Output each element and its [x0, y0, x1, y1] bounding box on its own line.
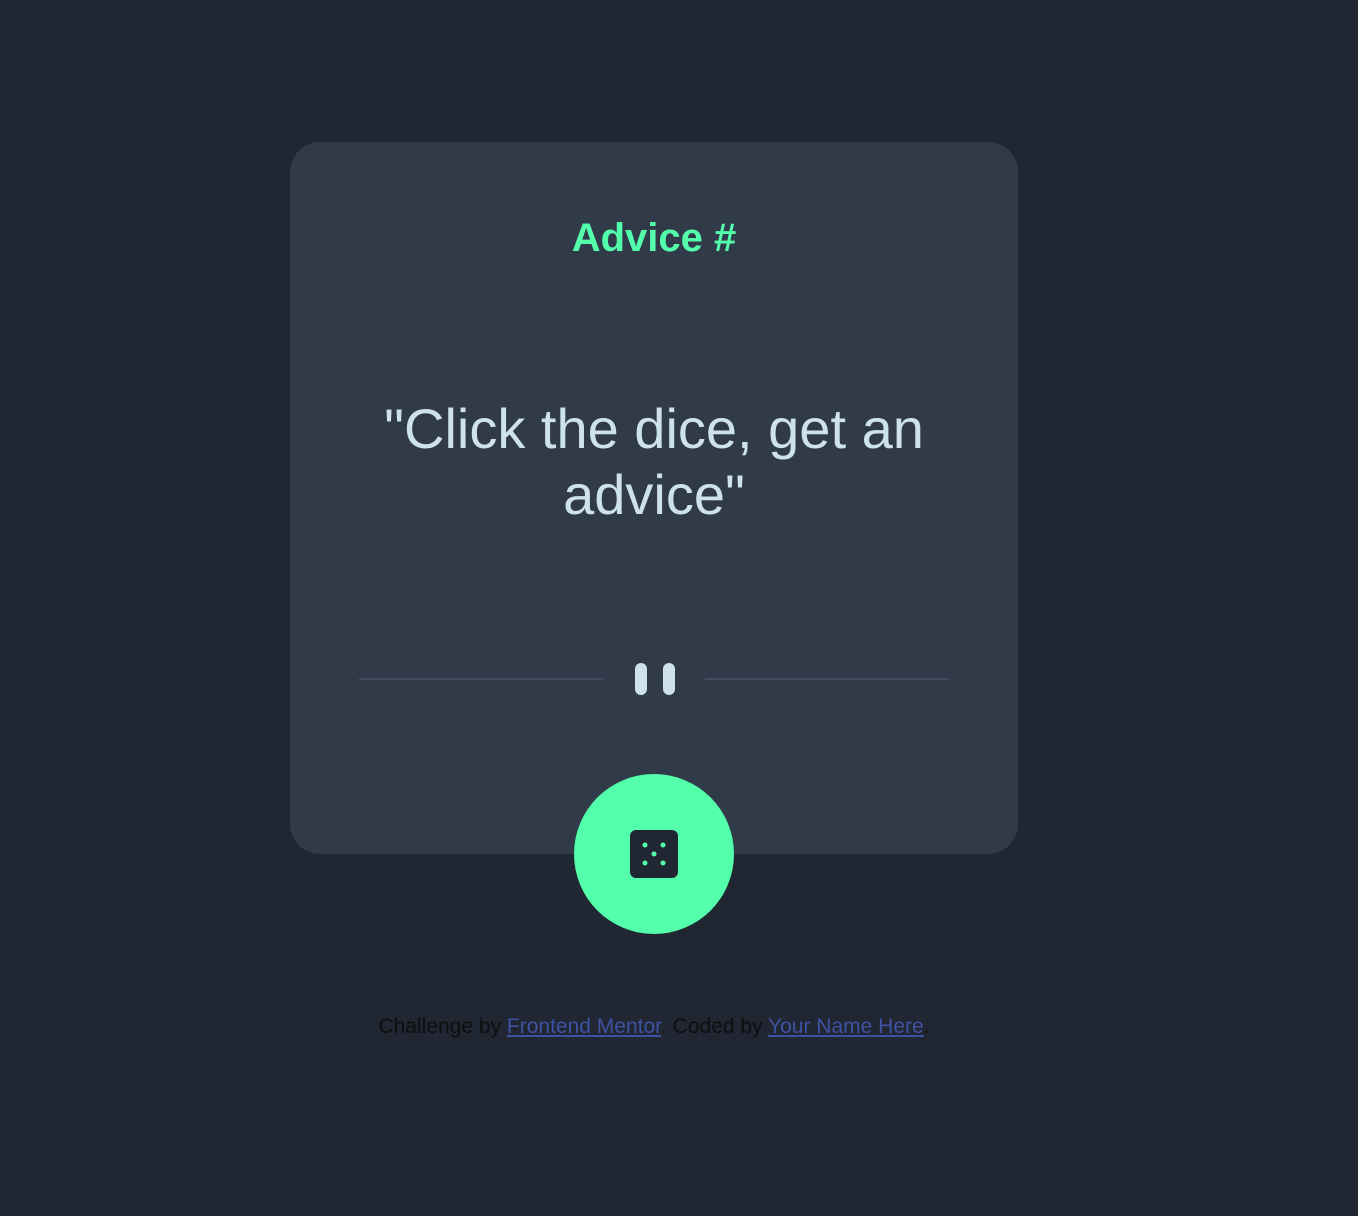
footer-end-text: . [923, 1015, 930, 1038]
divider-line-left [359, 678, 603, 680]
footer-challenge-text: Challenge by [378, 1015, 507, 1038]
pause-icon [635, 663, 675, 695]
dice-icon [630, 830, 678, 878]
dice-button[interactable] [574, 774, 734, 934]
footer-coded-text: . Coded by [661, 1015, 769, 1038]
author-link[interactable]: Your Name Here [768, 1015, 924, 1038]
pattern-divider [359, 662, 949, 696]
attribution-footer: Challenge by Frontend Mentor. Coded by Y… [0, 1013, 1308, 1041]
frontend-mentor-link[interactable]: Frontend Mentor [507, 1015, 661, 1038]
divider-svg [359, 663, 949, 695]
advice-quote: "Click the dice, get an advice" [384, 397, 924, 526]
divider-line-right [705, 678, 949, 680]
advice-id-heading: Advice # [571, 216, 737, 260]
